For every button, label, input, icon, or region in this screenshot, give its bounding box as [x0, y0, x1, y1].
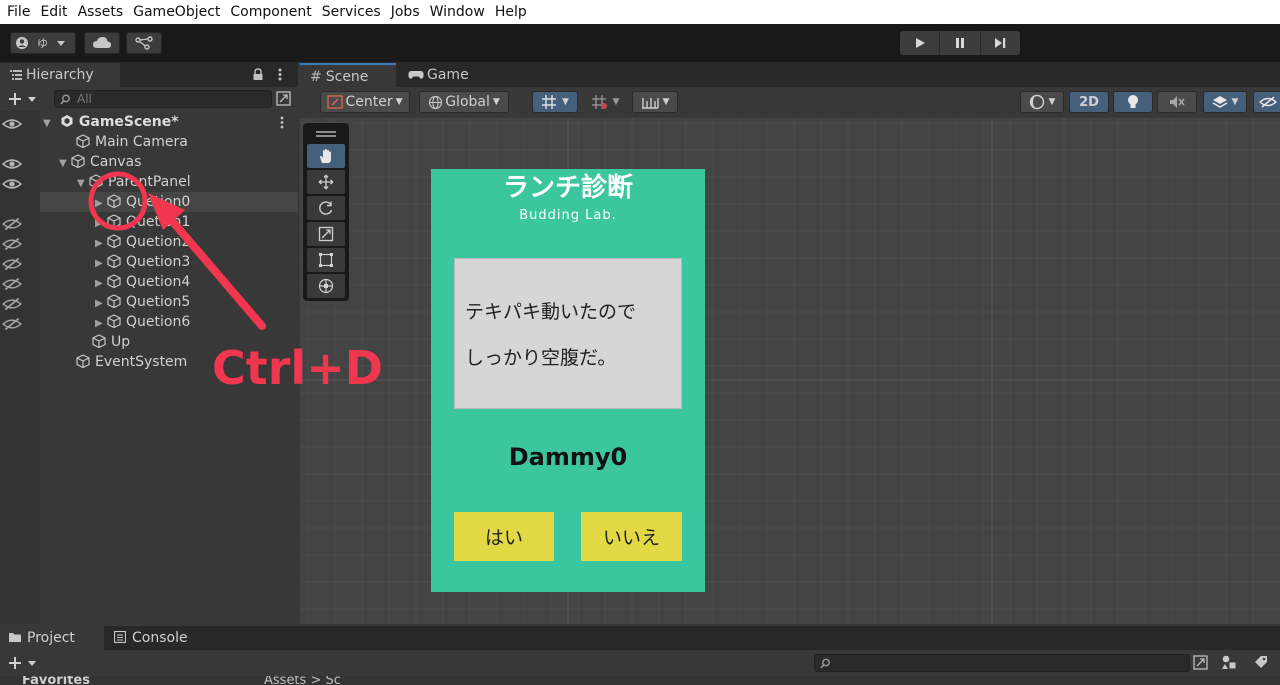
console-icon: [113, 630, 127, 644]
filter-by-type-icon[interactable]: [1221, 655, 1237, 670]
unity-editor-window: File Edit Assets GameObject Component Se…: [0, 0, 1280, 685]
tab-console-label: Console: [132, 630, 188, 646]
tab-project-label: Project: [27, 630, 75, 646]
annotation-overlay: [88, 171, 266, 330]
project-browser: Favorites Assets > Sc: [0, 676, 1280, 685]
annotation-arrow-shaft: [157, 204, 266, 330]
tab-console[interactable]: Console: [113, 626, 214, 650]
annotation-text: Ctrl+D: [212, 341, 383, 395]
assets-breadcrumb[interactable]: Assets > Sc: [264, 676, 341, 685]
favorites-pane: Favorites: [0, 676, 256, 685]
project-search-input[interactable]: [814, 654, 1190, 672]
search-icon: [820, 658, 830, 669]
add-asset-icon[interactable]: [8, 656, 38, 670]
favorites-label: Favorites: [22, 676, 90, 685]
filter-by-label-icon[interactable]: [1254, 655, 1268, 669]
bottom-tab-bar: Project Console: [0, 626, 1280, 650]
project-toolbar: [0, 650, 1280, 676]
tab-project[interactable]: Project: [0, 626, 104, 650]
search-scope-icon[interactable]: [1193, 655, 1208, 670]
folder-icon: [9, 633, 21, 642]
highlight-circle: [88, 171, 148, 231]
